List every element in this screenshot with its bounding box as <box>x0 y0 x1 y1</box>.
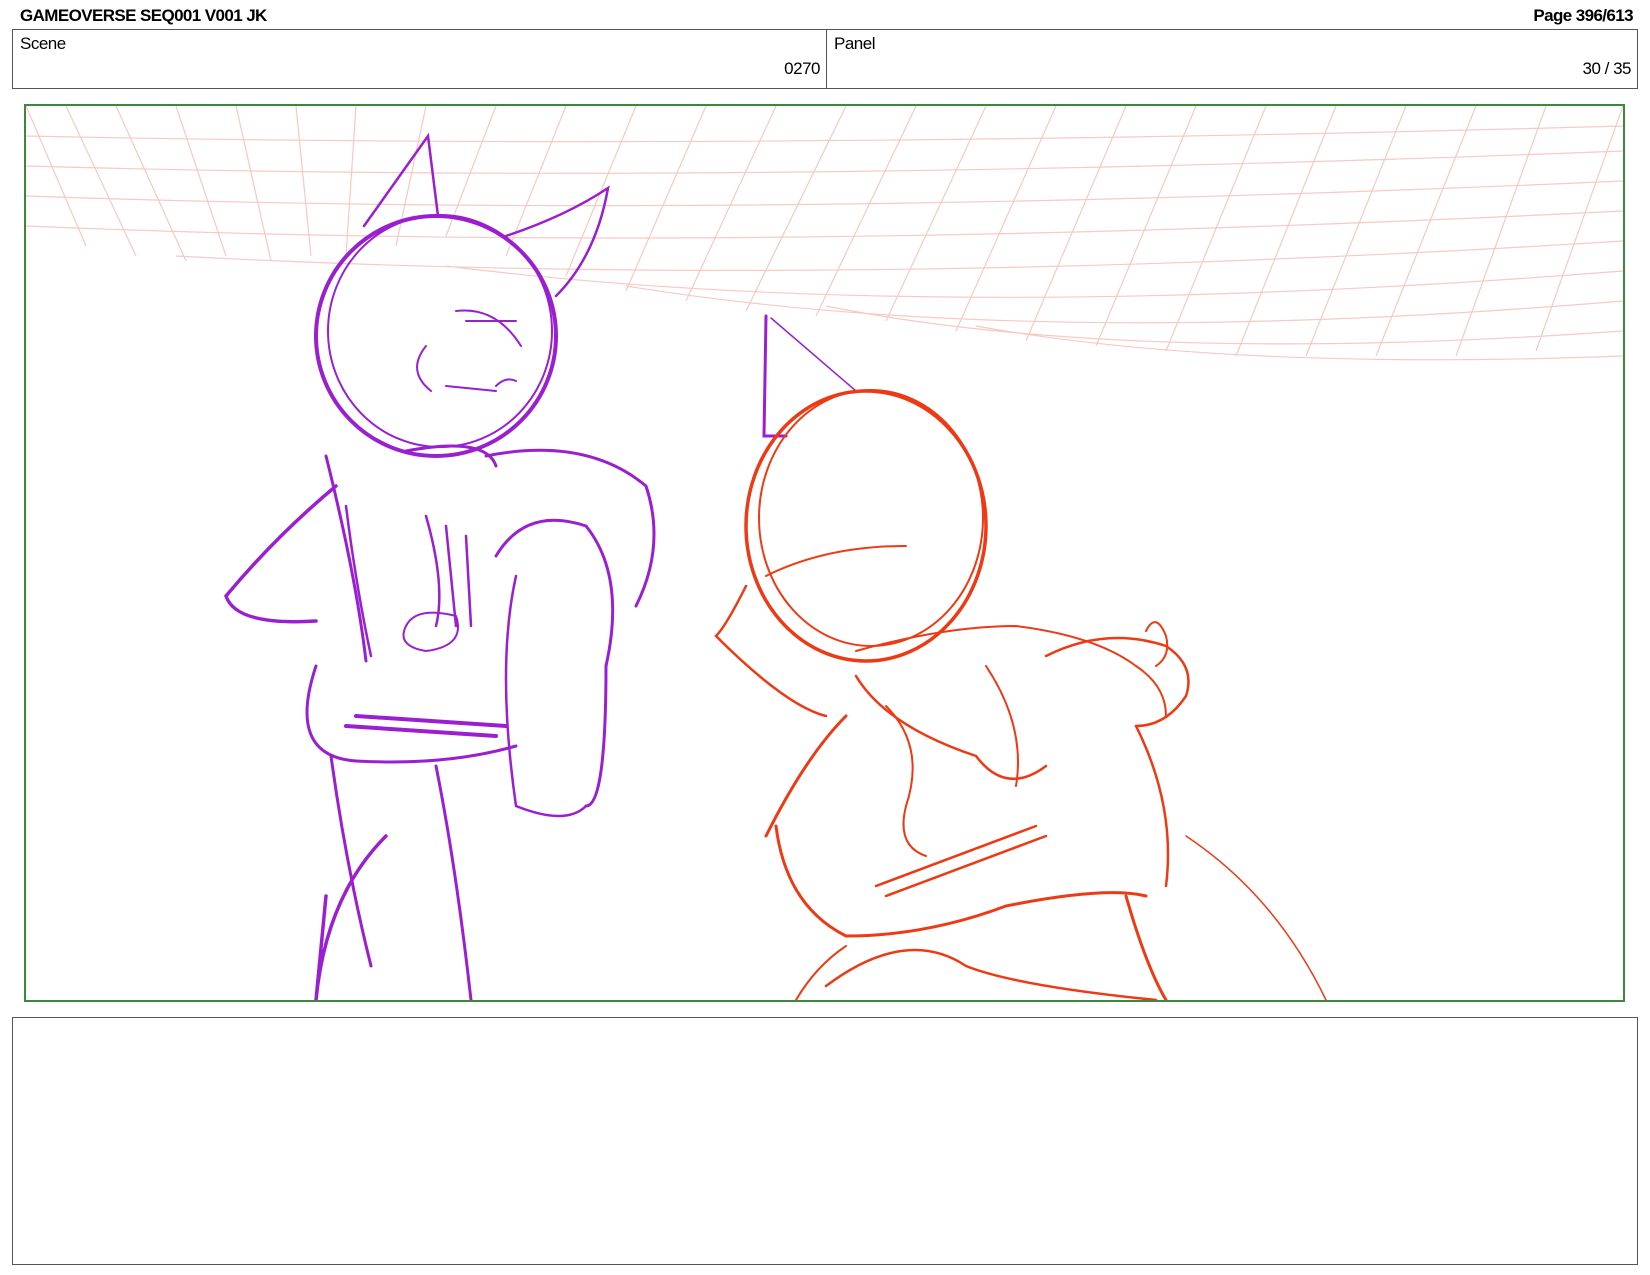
document-title: GAMEOVERSE SEQ001 V001 JK <box>20 6 267 25</box>
perspective-grid <box>26 106 1623 361</box>
scene-label: Scene <box>20 34 66 53</box>
panel-number: 30 / 35 <box>1582 59 1632 78</box>
notes-box[interactable] <box>12 1017 1638 1265</box>
scene-number: 0270 <box>784 59 820 78</box>
panel-cell: Panel 30 / 35 <box>827 30 1637 88</box>
storyboard-frame <box>24 104 1625 1002</box>
scene-panel-info-bar: Scene 0270 Panel 30 / 35 <box>12 29 1638 89</box>
left-character-sketch <box>224 132 656 1000</box>
storyboard-sketch <box>26 106 1623 1000</box>
scene-cell: Scene 0270 <box>13 30 827 88</box>
panel-label: Panel <box>834 34 875 53</box>
right-character-sketch <box>714 314 1327 1000</box>
page-indicator: Page 396/613 <box>1533 6 1633 25</box>
